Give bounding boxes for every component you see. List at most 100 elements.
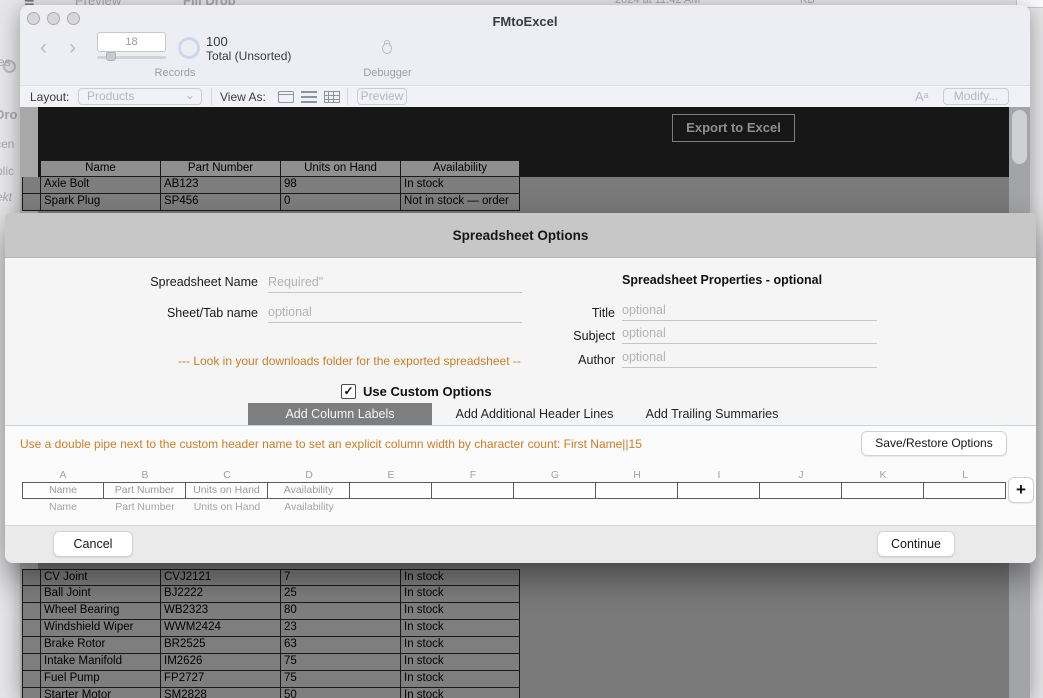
cell-name[interactable]: Fuel Pump [40, 671, 160, 688]
table-row[interactable]: CV Joint CVJ2121 7 In stock [22, 569, 520, 586]
cell-name[interactable]: Spark Plug [40, 194, 160, 211]
cell-units[interactable]: 63 [280, 637, 400, 654]
grid-cell[interactable] [842, 482, 924, 499]
layout-dropdown[interactable]: Products ⌄ [78, 88, 202, 105]
cell-part-number[interactable]: BR2525 [160, 637, 280, 654]
subject-input[interactable] [622, 322, 877, 344]
cell-availability[interactable]: In stock [400, 177, 520, 194]
cell-availability[interactable]: In stock [400, 586, 520, 603]
cell-availability[interactable]: In stock [400, 569, 520, 586]
scrollbar-thumb[interactable] [1012, 110, 1027, 164]
list-view-icon[interactable] [301, 91, 317, 103]
record-gutter[interactable] [22, 688, 40, 698]
record-gutter[interactable] [22, 671, 40, 688]
use-custom-options-checkbox[interactable]: ✓ [341, 384, 356, 399]
column-header[interactable]: Availability [400, 160, 520, 177]
grid-cell[interactable] [350, 482, 432, 499]
table-row[interactable]: Intake Manifold IM2626 75 In stock [22, 654, 520, 671]
cell-availability[interactable]: In stock [400, 654, 520, 671]
spreadsheet-name-input[interactable] [268, 271, 522, 293]
cell-name[interactable]: Axle Bolt [40, 177, 160, 194]
column-header[interactable]: Name [40, 160, 160, 177]
grid-cell[interactable] [432, 482, 514, 499]
grid-cell[interactable]: Units on Hand [186, 482, 268, 499]
cancel-button[interactable]: Cancel [53, 531, 133, 557]
record-gutter[interactable] [22, 637, 40, 654]
cell-name[interactable]: Ball Joint [40, 586, 160, 603]
add-column-button[interactable]: + [1008, 477, 1034, 503]
table-row[interactable]: Windshield Wiper WWM2424 23 In stock [22, 620, 520, 637]
table-row[interactable]: Spark Plug SP456 0 Not in stock — order [22, 194, 520, 211]
grid-cell[interactable] [596, 482, 678, 499]
cell-name[interactable]: CV Joint [40, 569, 160, 586]
cell-units[interactable]: 75 [280, 671, 400, 688]
form-view-icon[interactable] [278, 91, 294, 103]
table-row[interactable]: Fuel Pump FP2727 75 In stock [22, 671, 520, 688]
cell-name[interactable]: Starter Motor [40, 688, 160, 698]
tab-add-trailing-summaries[interactable]: Add Trailing Summaries [637, 403, 787, 425]
cell-units[interactable]: 50 [280, 688, 400, 698]
cell-availability[interactable]: In stock [400, 688, 520, 698]
preview-button[interactable]: Preview [357, 88, 407, 105]
table-row[interactable]: Starter Motor SM2828 50 In stock [22, 688, 520, 698]
tab-add-additional-header-lines[interactable]: Add Additional Header Lines [442, 403, 627, 425]
table-row[interactable]: Brake Rotor BR2525 63 In stock [22, 637, 520, 654]
modify-button[interactable]: Modify... [943, 88, 1009, 105]
cell-name[interactable]: Brake Rotor [40, 637, 160, 654]
table-view-icon[interactable] [324, 91, 340, 103]
record-gutter[interactable] [22, 620, 40, 637]
cell-name[interactable]: Windshield Wiper [40, 620, 160, 637]
record-gutter[interactable] [22, 177, 40, 194]
cell-availability[interactable]: Not in stock — order [400, 194, 520, 211]
text-format-icon[interactable]: Aᵃ [915, 89, 929, 104]
grid-cell[interactable] [514, 482, 596, 499]
title-input[interactable] [622, 299, 877, 321]
grid-cell[interactable] [678, 482, 760, 499]
continue-button[interactable]: Continue [877, 531, 955, 557]
cell-availability[interactable]: In stock [400, 637, 520, 654]
cell-part-number[interactable]: WB2323 [160, 603, 280, 620]
cell-part-number[interactable]: AB123 [160, 177, 280, 194]
cell-name[interactable]: Intake Manifold [40, 654, 160, 671]
grid-cell[interactable]: Name [22, 482, 104, 499]
author-input[interactable] [622, 346, 877, 368]
cell-availability[interactable]: In stock [400, 671, 520, 688]
column-header[interactable]: Units on Hand [280, 160, 400, 177]
table-row[interactable]: Axle Bolt AB123 98 In stock [22, 177, 520, 194]
cell-part-number[interactable]: SM2828 [160, 688, 280, 698]
cell-part-number[interactable]: BJ2222 [160, 586, 280, 603]
record-number-input[interactable] [97, 32, 166, 52]
tab-add-column-labels[interactable]: Add Column Labels [248, 403, 432, 425]
cell-units[interactable]: 98 [280, 177, 400, 194]
grid-cell[interactable]: Part Number [104, 482, 186, 499]
export-to-excel-button[interactable]: Export to Excel [672, 114, 795, 142]
record-gutter[interactable] [22, 586, 40, 603]
cell-units[interactable]: 75 [280, 654, 400, 671]
cell-part-number[interactable]: FP2727 [160, 671, 280, 688]
next-record-button[interactable]: › [69, 38, 76, 58]
previous-record-button[interactable]: ‹ [40, 38, 47, 58]
cell-units[interactable]: 23 [280, 620, 400, 637]
column-header[interactable]: Part Number [160, 160, 280, 177]
debugger-icon[interactable] [380, 39, 392, 53]
record-gutter[interactable] [22, 603, 40, 620]
cell-part-number[interactable]: CVJ2121 [160, 569, 280, 586]
cell-units[interactable]: 0 [280, 194, 400, 211]
cell-availability[interactable]: In stock [400, 603, 520, 620]
record-gutter[interactable] [22, 654, 40, 671]
save-restore-options-button[interactable]: Save/Restore Options [861, 431, 1007, 456]
record-gutter[interactable] [22, 569, 40, 586]
record-gutter[interactable] [22, 194, 40, 211]
cell-units[interactable]: 80 [280, 603, 400, 620]
grid-cell[interactable] [924, 482, 1006, 499]
grid-cell[interactable]: Availability [268, 482, 350, 499]
record-slider-thumb[interactable] [106, 52, 116, 61]
table-row[interactable]: Wheel Bearing WB2323 80 In stock [22, 603, 520, 620]
sheet-tab-name-input[interactable] [268, 301, 522, 323]
cell-name[interactable]: Wheel Bearing [40, 603, 160, 620]
cell-part-number[interactable]: WWM2424 [160, 620, 280, 637]
table-row[interactable]: Ball Joint BJ2222 25 In stock [22, 586, 520, 603]
grid-cell[interactable] [760, 482, 842, 499]
found-set-pie-icon[interactable] [178, 37, 200, 59]
cell-part-number[interactable]: IM2626 [160, 654, 280, 671]
